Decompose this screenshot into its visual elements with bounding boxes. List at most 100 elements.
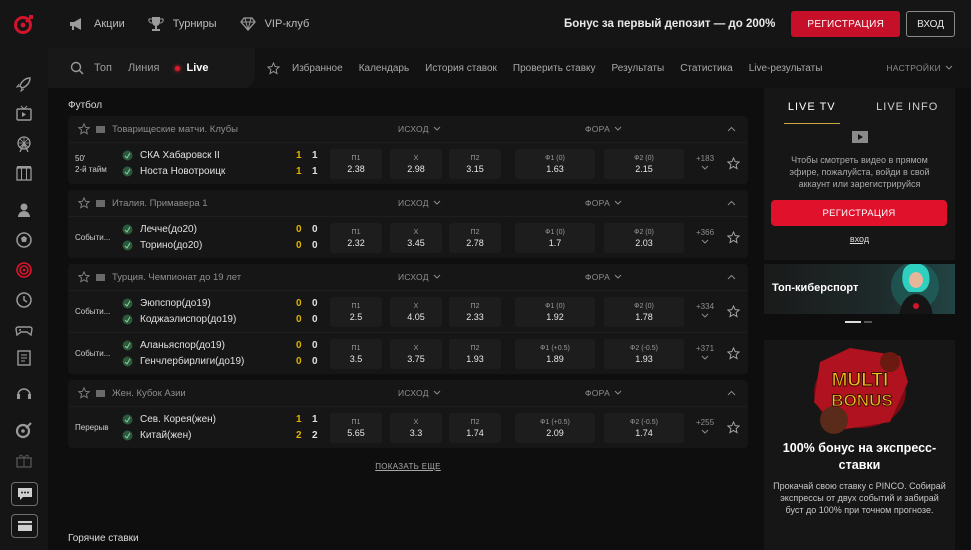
odd-button[interactable]: Ф2 (-0.5) 1.74 xyxy=(604,413,684,443)
sidebar-chat[interactable] xyxy=(11,482,38,506)
odd-button[interactable]: П2 1.74 xyxy=(449,413,501,443)
link-calendar[interactable]: Календарь xyxy=(359,63,409,74)
star-icon[interactable] xyxy=(78,271,90,283)
carousel-dot[interactable] xyxy=(864,321,872,323)
league-header[interactable]: Турция. Чемпионат до 19 лет ИСХОД ФОРА xyxy=(68,264,748,290)
carousel-dot[interactable] xyxy=(845,321,861,323)
sidebar-betslip[interactable] xyxy=(11,514,38,538)
odd-button[interactable]: П2 2.33 xyxy=(449,297,501,327)
odd-button[interactable]: Х 2.98 xyxy=(390,149,442,179)
link-check-bet[interactable]: Проверить ставку xyxy=(513,63,596,74)
odd-button[interactable]: П1 2.5 xyxy=(330,297,382,327)
more-markets-button[interactable]: +334 xyxy=(696,302,714,322)
chevron-up-icon[interactable] xyxy=(727,274,736,280)
chevron-up-icon[interactable] xyxy=(727,390,736,396)
event-row[interactable]: Событи... Лечче(до20) Торино(до20) 00 00… xyxy=(68,216,748,258)
event-row[interactable]: Событи... Аланьяспор(до19) Генчлербирлиг… xyxy=(68,332,748,374)
league-header[interactable]: Товарищеские матчи. Клубы ИСХОД ФОРА xyxy=(68,116,748,142)
odd-button[interactable]: Х 3.45 xyxy=(390,223,442,253)
sidebar-support[interactable] xyxy=(14,384,34,404)
favorite-star-icon[interactable] xyxy=(727,421,740,434)
market-fora-dropdown[interactable]: ФОРА xyxy=(585,388,622,398)
sidebar-football[interactable] xyxy=(14,230,34,250)
market-fora-dropdown[interactable]: ФОРА xyxy=(585,272,622,282)
market-fora-dropdown[interactable]: ФОРА xyxy=(585,198,622,208)
logo[interactable] xyxy=(0,0,48,48)
chevron-up-icon[interactable] xyxy=(727,126,736,132)
star-icon[interactable] xyxy=(78,387,90,399)
link-bet-history[interactable]: История ставок xyxy=(425,63,497,74)
sidebar-stopwatch[interactable] xyxy=(14,290,34,310)
odd-button[interactable]: Х 3.75 xyxy=(390,339,442,369)
link-live-results[interactable]: Live-результаты xyxy=(749,63,823,74)
favorite-star-icon[interactable] xyxy=(727,231,740,244)
favorite-star-icon[interactable] xyxy=(727,305,740,318)
sidebar-rocket[interactable] xyxy=(14,74,34,94)
favorite-star-icon[interactable] xyxy=(727,157,740,170)
sidebar-ferris[interactable] xyxy=(14,134,34,154)
multibonus-promo[interactable]: MULTI BONUS 100% бонус на экспресс-ставк… xyxy=(764,340,955,550)
sidebar-gift[interactable] xyxy=(14,450,34,470)
sidebar-dealer[interactable] xyxy=(14,200,34,220)
sidebar-live-active[interactable] xyxy=(14,260,34,280)
star-icon[interactable] xyxy=(78,123,90,135)
favorite-star-icon[interactable] xyxy=(727,347,740,360)
sidebar-pinco[interactable] xyxy=(14,420,34,440)
tab-line[interactable]: Линия xyxy=(128,62,160,74)
odd-button[interactable]: П2 1.93 xyxy=(449,339,501,369)
market-ishod-dropdown[interactable]: ИСХОД xyxy=(398,272,441,282)
odd-button[interactable]: Ф1 (0) 1.92 xyxy=(515,297,595,327)
odd-button[interactable]: П2 2.78 xyxy=(449,223,501,253)
odd-button[interactable]: П1 5.65 xyxy=(330,413,382,443)
link-results[interactable]: Результаты xyxy=(612,63,665,74)
odd-button[interactable]: П1 2.38 xyxy=(330,149,382,179)
nav-tournaments[interactable]: Турниры xyxy=(147,15,217,33)
more-markets-button[interactable]: +255 xyxy=(696,418,714,438)
odd-button[interactable]: Х 4.05 xyxy=(390,297,442,327)
league-header[interactable]: Италия. Примавера 1 ИСХОД ФОРА xyxy=(68,190,748,216)
odd-button[interactable]: Ф1 (+0.5) 2.09 xyxy=(515,413,595,443)
market-ishod-dropdown[interactable]: ИСХОД xyxy=(398,388,441,398)
nav-promotions[interactable]: Акции xyxy=(68,15,125,33)
tv-register-button[interactable]: РЕГИСТРАЦИЯ xyxy=(771,200,947,226)
star-icon[interactable] xyxy=(78,197,90,209)
odd-button[interactable]: Ф2 (0) 2.03 xyxy=(604,223,684,253)
more-markets-button[interactable]: +183 xyxy=(696,154,714,174)
nav-vip-club[interactable]: VIP-клуб xyxy=(239,15,309,33)
tab-top[interactable]: Топ xyxy=(94,62,112,74)
more-markets-button[interactable]: +366 xyxy=(696,228,714,248)
odd-button[interactable]: Ф1 (+0.5) 1.89 xyxy=(515,339,595,369)
tab-live[interactable]: Live xyxy=(175,62,209,74)
register-button[interactable]: РЕГИСТРАЦИЯ xyxy=(791,11,901,37)
sidebar-slots[interactable] xyxy=(14,164,34,184)
sidebar-esports[interactable] xyxy=(14,320,34,340)
tv-login-link[interactable]: вход xyxy=(764,234,955,244)
esport-banner[interactable]: Топ-киберспорт xyxy=(764,264,955,314)
chevron-up-icon[interactable] xyxy=(727,200,736,206)
tab-live-tv[interactable]: LIVE TV xyxy=(764,88,860,126)
odd-button[interactable]: П2 3.15 xyxy=(449,149,501,179)
odd-button[interactable]: Ф2 (0) 1.78 xyxy=(604,297,684,327)
market-fora-dropdown[interactable]: ФОРА xyxy=(585,124,622,134)
settings-dropdown[interactable]: НАСТРОЙКИ xyxy=(886,63,953,73)
sidebar-results[interactable] xyxy=(14,348,34,368)
market-ishod-dropdown[interactable]: ИСХОД xyxy=(398,198,441,208)
league-header[interactable]: Жен. Кубок Азии ИСХОД ФОРА xyxy=(68,380,748,406)
odd-button[interactable]: П1 3.5 xyxy=(330,339,382,369)
show-more-button[interactable]: ПОКАЗАТЬ ЕЩЕ xyxy=(68,462,748,471)
login-button[interactable]: ВХОД xyxy=(906,11,955,37)
link-statistics[interactable]: Статистика xyxy=(680,63,733,74)
event-row[interactable]: Перерыв Сев. Корея(жен) Китай(жен) 11 22… xyxy=(68,406,748,448)
market-ishod-dropdown[interactable]: ИСХОД xyxy=(398,124,441,134)
sidebar-tv[interactable] xyxy=(14,104,34,124)
event-row[interactable]: Событи... Эюпспор(до19) Коджаэлиспор(до1… xyxy=(68,290,748,332)
tab-live-info[interactable]: LIVE INFO xyxy=(860,88,956,126)
event-row[interactable]: 50' 2-й тайм СКА Хабаровск II Носта Ново… xyxy=(68,142,748,184)
odd-button[interactable]: Х 3.3 xyxy=(390,413,442,443)
search-icon[interactable] xyxy=(70,61,84,75)
more-markets-button[interactable]: +371 xyxy=(696,344,714,364)
odd-button[interactable]: Ф2 (-0.5) 1.93 xyxy=(604,339,684,369)
odd-button[interactable]: П1 2.32 xyxy=(330,223,382,253)
odd-button[interactable]: Ф1 (0) 1.63 xyxy=(515,149,595,179)
odd-button[interactable]: Ф2 (0) 2.15 xyxy=(604,149,684,179)
